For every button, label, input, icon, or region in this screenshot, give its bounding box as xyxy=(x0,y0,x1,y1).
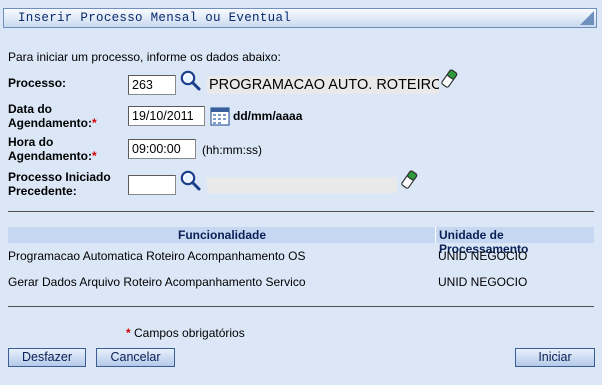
desfazer-button[interactable]: Desfazer xyxy=(8,348,86,367)
main-panel: Inserir Processo Mensal ou Eventual Para… xyxy=(0,0,602,385)
hora-label: Hora do Agendamento:* xyxy=(8,135,97,163)
processo-label: Processo: xyxy=(8,76,67,90)
precedente-label: Processo Iniciado Precedente: xyxy=(8,170,111,198)
table-row-1-funcionalidade: Gerar Dados Arquivo Roteiro Acompanhamen… xyxy=(8,275,306,289)
iniciar-button[interactable]: Iniciar xyxy=(515,348,595,367)
table-header: Funcionalidade Unidade de Processamento xyxy=(8,227,594,256)
title-bar: Inserir Processo Mensal ou Eventual xyxy=(3,8,597,28)
hora-format-hint: (hh:mm:ss) xyxy=(202,143,262,157)
search-icon[interactable] xyxy=(179,170,203,192)
processo-input[interactable] xyxy=(128,75,176,95)
precedente-input[interactable] xyxy=(128,175,176,195)
required-fields-note: * Campos obrigatórios xyxy=(126,326,245,340)
column-separator xyxy=(435,227,436,243)
data-label: Data do Agendamento:* xyxy=(8,102,97,130)
table-row-0-funcionalidade: Programacao Automatica Roteiro Acompanha… xyxy=(8,249,306,263)
calendar-icon[interactable] xyxy=(210,106,230,126)
intro-text: Para iniciar um processo, informe os dad… xyxy=(8,50,281,64)
cancelar-button[interactable]: Cancelar xyxy=(96,348,175,367)
table-row-0-unidade: UNID NEGOCIO xyxy=(438,249,528,263)
eraser-icon[interactable] xyxy=(440,69,458,89)
table-row-1-unidade: UNID NEGOCIO xyxy=(438,275,528,289)
required-marker: * xyxy=(92,149,97,163)
corner-decoration-icon xyxy=(580,11,594,25)
divider xyxy=(8,306,594,307)
data-format-hint: dd/mm/aaaa xyxy=(233,109,303,123)
hora-agendamento-input[interactable] xyxy=(128,139,196,159)
column-header-funcionalidade: Funcionalidade xyxy=(178,228,267,242)
eraser-icon[interactable] xyxy=(400,170,418,190)
search-icon[interactable] xyxy=(179,70,203,92)
processo-name-display: PROGRAMACAO AUTO. ROTEIRO AC xyxy=(207,76,439,94)
precedente-name-display xyxy=(207,177,397,193)
data-agendamento-input[interactable] xyxy=(128,106,205,126)
required-marker: * xyxy=(92,116,97,130)
divider xyxy=(8,211,594,212)
page-title: Inserir Processo Mensal ou Eventual xyxy=(18,11,292,25)
